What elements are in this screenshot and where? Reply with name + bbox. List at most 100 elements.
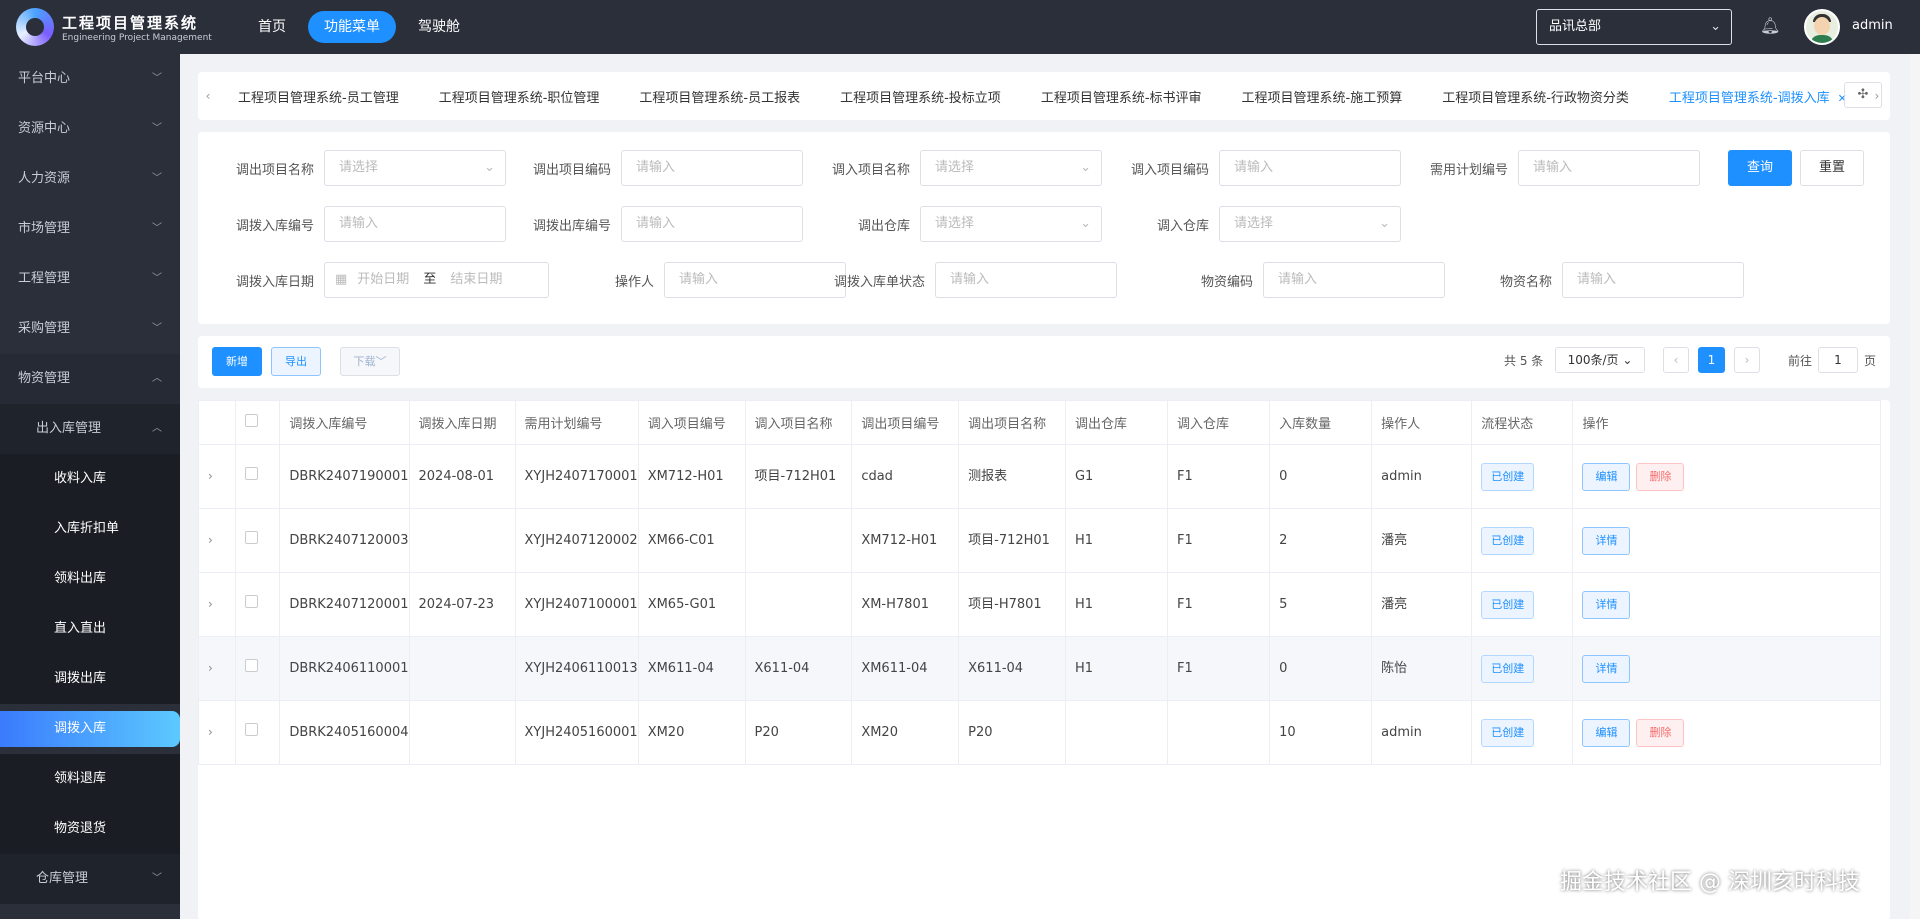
col-in-date[interactable]: 调拨入库日期 bbox=[408, 400, 516, 445]
next-page-button[interactable]: › bbox=[1734, 347, 1760, 373]
tab-staff[interactable]: 工程项目管理系统-员工管理 bbox=[218, 87, 419, 106]
sidebar-item-engineering[interactable]: 工程管理 ﹀ bbox=[0, 254, 180, 304]
chevron-down-icon: ⌄ bbox=[1622, 353, 1633, 367]
delete-button[interactable]: 删除 bbox=[1636, 718, 1685, 747]
in-project-code-input[interactable]: 请输入 bbox=[1219, 150, 1401, 186]
chevron-left-icon[interactable]: ‹ bbox=[198, 89, 218, 103]
col-operator[interactable]: 操作人 bbox=[1371, 400, 1473, 445]
sidebar-item-platform[interactable]: 平台中心 ﹀ bbox=[0, 54, 180, 104]
table-row[interactable]: › DBRK2407190001 2024-08-01 XYJH2407170001 X… bbox=[197, 444, 1881, 509]
sidebar-leaf-direct[interactable]: 直入直出 bbox=[0, 604, 180, 654]
cell-op: 陈怡 bbox=[1371, 636, 1473, 701]
page-scrollbar[interactable] bbox=[1910, 54, 1920, 919]
page-size-select[interactable]: 100条/页 ⌄ bbox=[1555, 347, 1645, 373]
col-plan[interactable]: 需用计划编号 bbox=[514, 400, 639, 445]
sidebar-item-hr[interactable]: 人力资源 ﹀ bbox=[0, 154, 180, 204]
expand-arrow-icon[interactable]: › bbox=[208, 533, 213, 547]
row-checkbox[interactable] bbox=[245, 722, 259, 736]
date-start[interactable]: 开始日期 bbox=[357, 272, 409, 287]
table-row[interactable]: › DBRK2405160004 XYJH2405160001 XM20 P20 XM20… bbox=[197, 700, 1881, 765]
row-checkbox[interactable] bbox=[245, 466, 259, 480]
nav-cockpit[interactable]: 驾驶舱 bbox=[402, 11, 476, 43]
expand-arrow-icon[interactable]: › bbox=[208, 725, 213, 739]
in-project-name-select[interactable]: 请选择 ⌄ bbox=[920, 150, 1102, 186]
sidebar-sub-inout[interactable]: 出入库管理 ︿ bbox=[0, 404, 180, 454]
filter-out-code: 调拨出库编号 请输入 bbox=[498, 206, 803, 242]
download-dropdown[interactable]: 下载﹀ bbox=[340, 347, 400, 376]
out-project-name-select[interactable]: 请选择 ⌄ bbox=[324, 150, 506, 186]
material-name-input[interactable]: 请输入 bbox=[1562, 262, 1744, 298]
tab-bid-review[interactable]: 工程项目管理系统-标书评审 bbox=[1021, 87, 1222, 106]
tab-material-class[interactable]: 工程项目管理系统-行政物资分类 bbox=[1422, 87, 1649, 106]
status-input[interactable]: 请输入 bbox=[935, 262, 1117, 298]
out-project-code-input[interactable]: 请输入 bbox=[621, 150, 803, 186]
delete-button[interactable]: 删除 bbox=[1636, 462, 1685, 491]
col-qty[interactable]: 入库数量 bbox=[1269, 400, 1373, 445]
edit-button[interactable]: 编辑 bbox=[1582, 718, 1631, 747]
plan-code-input[interactable]: 请输入 bbox=[1518, 150, 1700, 186]
col-out-no[interactable]: 调出项目编号 bbox=[851, 400, 960, 445]
sidebar-leaf-refund[interactable]: 物资退货 bbox=[0, 804, 180, 854]
tab-menu-icon[interactable]: ✣ bbox=[1844, 82, 1882, 108]
nav-function-menu[interactable]: 功能菜单 bbox=[308, 11, 396, 43]
table-row[interactable]: › DBRK2407120003 XYJH2407120002 XM66-C01 XM7… bbox=[197, 508, 1881, 573]
sidebar-leaf-discount[interactable]: 入库折扣单 bbox=[0, 504, 180, 554]
row-checkbox[interactable] bbox=[245, 658, 259, 672]
query-button[interactable]: 查询 bbox=[1728, 150, 1792, 186]
out-code-input[interactable]: 请输入 bbox=[621, 206, 803, 242]
tab-transfer-in[interactable]: 工程项目管理系统-调拨入库 ✕ bbox=[1649, 87, 1867, 106]
col-out-name[interactable]: 调出项目名称 bbox=[958, 400, 1066, 445]
app-logo[interactable]: 工程项目管理系统 Engineering Project Management bbox=[0, 8, 230, 46]
goto-input[interactable]: 1 bbox=[1818, 347, 1858, 373]
detail-button[interactable]: 详情 bbox=[1582, 526, 1631, 555]
sidebar-leaf-transfer-out[interactable]: 调拨出库 bbox=[0, 654, 180, 704]
avatar[interactable] bbox=[1804, 9, 1840, 45]
col-out-wh[interactable]: 调出仓库 bbox=[1064, 400, 1169, 445]
sidebar-item-market[interactable]: 市场管理 ﹀ bbox=[0, 204, 180, 254]
in-warehouse-select[interactable]: 请选择 ⌄ bbox=[1219, 206, 1401, 242]
edit-button[interactable]: 编辑 bbox=[1582, 462, 1631, 491]
prev-page-button[interactable]: ‹ bbox=[1663, 347, 1689, 373]
nav-home[interactable]: 首页 bbox=[242, 11, 302, 43]
tab-staff-report[interactable]: 工程项目管理系统-员工报表 bbox=[619, 87, 820, 106]
sidebar-item-material[interactable]: 物资管理 ︿ bbox=[0, 354, 180, 404]
expand-arrow-icon[interactable]: › bbox=[208, 469, 213, 483]
expand-arrow-icon[interactable]: › bbox=[208, 661, 213, 675]
date-end[interactable]: 结束日期 bbox=[450, 272, 502, 287]
in-code-input[interactable]: 请输入 bbox=[324, 206, 506, 242]
select-all-checkbox[interactable] bbox=[245, 414, 259, 427]
export-button[interactable]: 导出 bbox=[271, 347, 321, 376]
tab-bidding[interactable]: 工程项目管理系统-投标立项 bbox=[820, 87, 1021, 106]
bell-icon[interactable]: 🔔︎ bbox=[1760, 16, 1780, 35]
col-in-wh[interactable]: 调入仓库 bbox=[1167, 400, 1271, 445]
cell-date bbox=[408, 700, 516, 765]
sidebar-item-warehouse[interactable]: 仓库管理 ﹀ bbox=[0, 854, 180, 904]
sidebar-item-resource[interactable]: 资源中心 ﹀ bbox=[0, 104, 180, 154]
col-in-code[interactable]: 调拨入库编号 bbox=[279, 400, 410, 445]
out-warehouse-select[interactable]: 请选择 ⌄ bbox=[920, 206, 1102, 242]
sidebar-leaf-transfer-in[interactable]: 调拨入库 bbox=[0, 711, 180, 747]
table-row[interactable]: › DBRK2406110001 XYJH2406110013 XM611-04 X61… bbox=[197, 636, 1881, 701]
col-in-no[interactable]: 调入项目编号 bbox=[637, 400, 746, 445]
page-number[interactable]: 1 bbox=[1698, 347, 1725, 373]
add-button[interactable]: 新增 bbox=[212, 347, 262, 376]
tab-budget[interactable]: 工程项目管理系统-施工预算 bbox=[1222, 87, 1423, 106]
sidebar-leaf-pick-out[interactable]: 领料出库 bbox=[0, 554, 180, 604]
org-select[interactable]: 品讯总部 ⌄ bbox=[1536, 9, 1732, 45]
tab-position[interactable]: 工程项目管理系统-职位管理 bbox=[419, 87, 620, 106]
detail-button[interactable]: 详情 bbox=[1582, 590, 1631, 619]
sidebar-leaf-return[interactable]: 领料退库 bbox=[0, 754, 180, 804]
sidebar-item-purchase[interactable]: 采购管理 ﹀ bbox=[0, 304, 180, 354]
sidebar-leaf-receive[interactable]: 收料入库 bbox=[0, 454, 180, 504]
user-name[interactable]: admin bbox=[1852, 18, 1893, 33]
col-in-name[interactable]: 调入项目名称 bbox=[744, 400, 853, 445]
expand-arrow-icon[interactable]: › bbox=[208, 597, 213, 611]
detail-button[interactable]: 详情 bbox=[1582, 654, 1631, 683]
row-checkbox[interactable] bbox=[245, 594, 259, 608]
cell-out_name: X611-04 bbox=[958, 636, 1066, 701]
row-checkbox[interactable] bbox=[245, 530, 259, 544]
reset-button[interactable]: 重置 bbox=[1800, 150, 1864, 186]
date-range-picker[interactable]: ▦ 开始日期至结束日期 bbox=[324, 262, 549, 298]
col-status[interactable]: 流程状态 bbox=[1471, 400, 1574, 445]
table-row[interactable]: › DBRK2407120001 2024-07-23 XYJH2407100001 X… bbox=[197, 572, 1881, 637]
